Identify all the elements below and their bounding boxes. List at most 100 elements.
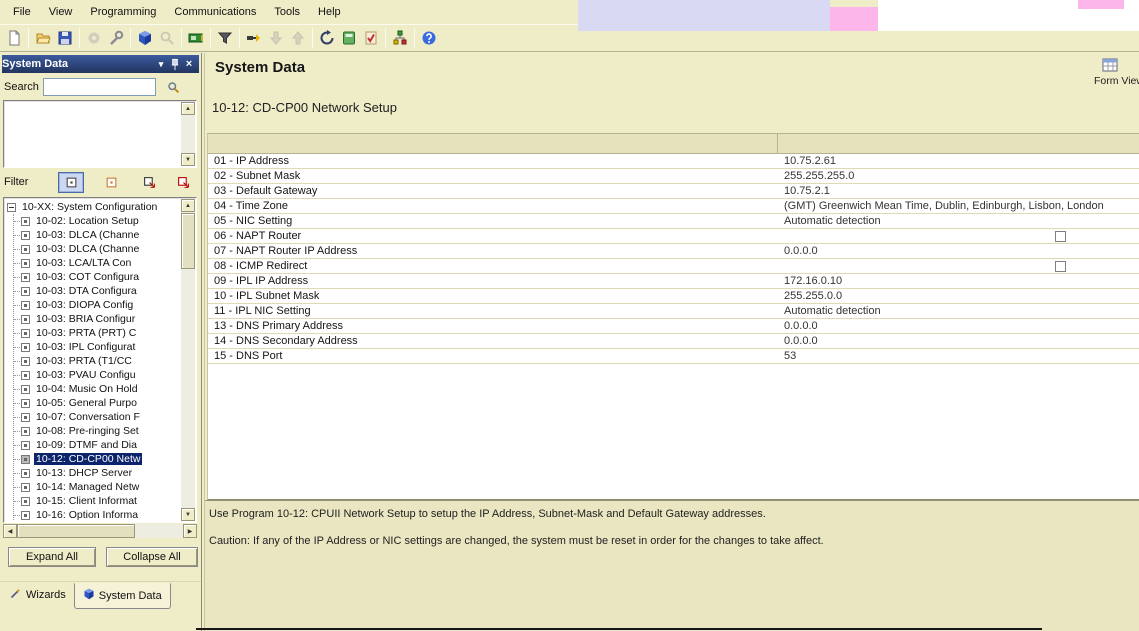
tree-scrollbar[interactable]: ▲ ▼	[181, 199, 195, 521]
settings-gear-icon[interactable]	[83, 27, 105, 49]
tree-item-10-09[interactable]: 10-09: DTMF and Dia	[14, 438, 181, 452]
form-view-button[interactable]	[1102, 58, 1118, 72]
filter-flag-red-button[interactable]	[172, 173, 194, 192]
tree-item-10-03[interactable]: 10-03: PRTA (PRT) C	[14, 326, 181, 340]
setting-checkbox[interactable]	[1055, 261, 1066, 272]
setting-value[interactable]: 255.255.0.0	[784, 289, 842, 304]
tree-item-10-03[interactable]: 10-03: DIOPA Config	[14, 298, 181, 312]
table-row[interactable]: 13 - DNS Primary Address0.0.0.0	[208, 319, 1139, 334]
tree-item-10-03[interactable]: 10-03: PRTA (T1/CC	[14, 354, 181, 368]
panel-pin-button[interactable]	[168, 57, 182, 71]
3d-cube-icon[interactable]	[134, 27, 156, 49]
new-document-icon[interactable]	[3, 27, 25, 49]
tree-item-10-13[interactable]: 10-13: DHCP Server	[14, 466, 181, 480]
setting-checkbox[interactable]	[1055, 231, 1066, 242]
setting-value[interactable]: 255.255.255.0	[784, 169, 854, 184]
network-nodes-icon[interactable]	[389, 27, 411, 49]
tree-item-10-03[interactable]: 10-03: DTA Configura	[14, 284, 181, 298]
table-row[interactable]: 09 - IPL IP Address172.16.0.10	[208, 274, 1139, 289]
tree-item-10-15[interactable]: 10-15: Client Informat	[14, 494, 181, 508]
tree-item-10-03[interactable]: 10-03: DLCA (Channe	[14, 228, 181, 242]
setting-value[interactable]: (GMT) Greenwich Mean Time, Dublin, Edinb…	[784, 199, 1104, 214]
tree-item-10-04[interactable]: 10-04: Music On Hold	[14, 382, 181, 396]
tree-item-10-03[interactable]: 10-03: PVAU Configu	[14, 368, 181, 382]
collapse-toggle-icon[interactable]	[7, 203, 16, 212]
tree-item-10-05[interactable]: 10-05: General Purpo	[14, 396, 181, 410]
tree-root-item[interactable]: 10-XX: System Configuration	[6, 200, 181, 214]
open-file-icon[interactable]	[32, 27, 54, 49]
panel-dropdown-button[interactable]: ▾	[154, 57, 168, 71]
panel-close-button[interactable]: ×	[182, 57, 196, 71]
download-arrow-icon[interactable]	[265, 27, 287, 49]
filter-changed-button[interactable]	[100, 173, 122, 192]
table-row[interactable]: 07 - NAPT Router IP Address0.0.0.0	[208, 244, 1139, 259]
verify-check-icon[interactable]	[360, 27, 382, 49]
setting-value[interactable]: 0.0.0.0	[784, 244, 818, 259]
filter-flag-button[interactable]	[138, 173, 160, 192]
horizontal-scrollbar-thumb[interactable]	[17, 524, 135, 538]
filter-funnel-icon[interactable]	[214, 27, 236, 49]
search-icon[interactable]	[156, 27, 178, 49]
tree-scroll-up-button[interactable]: ▲	[181, 199, 195, 212]
table-row[interactable]: 04 - Time Zone(GMT) Greenwich Mean Time,…	[208, 199, 1139, 214]
tree-scrollbar-thumb[interactable]	[181, 213, 195, 269]
table-row[interactable]: 03 - Default Gateway10.75.2.1	[208, 184, 1139, 199]
results-scrollbar[interactable]: ▲ ▼	[181, 102, 195, 166]
scroll-right-button[interactable]: ▶	[183, 524, 197, 538]
tree-horizontal-scrollbar[interactable]: ◀ ▶	[3, 524, 197, 538]
table-row[interactable]: 02 - Subnet Mask255.255.255.0	[208, 169, 1139, 184]
tree-item-10-02[interactable]: 10-02: Location Setup	[14, 214, 181, 228]
tree-scroll-down-button[interactable]: ▼	[181, 508, 195, 521]
tree-item-10-03[interactable]: 10-03: COT Configura	[14, 270, 181, 284]
setting-value[interactable]: 172.16.0.10	[784, 274, 842, 289]
search-input[interactable]	[43, 78, 156, 96]
scroll-left-button[interactable]: ◀	[3, 524, 17, 538]
tree-item-10-07[interactable]: 10-07: Conversation F	[14, 410, 181, 424]
table-row[interactable]: 15 - DNS Port53	[208, 349, 1139, 364]
connect-plug-icon[interactable]	[243, 27, 265, 49]
setting-value[interactable]: 10.75.2.61	[784, 154, 836, 169]
table-row[interactable]: 08 - ICMP Redirect	[208, 259, 1139, 274]
tree-item-10-14[interactable]: 10-14: Managed Netw	[14, 480, 181, 494]
tree-item-10-16[interactable]: 10-16: Option Informa	[14, 508, 181, 520]
setting-value[interactable]: 0.0.0.0	[784, 319, 818, 334]
setting-value[interactable]: Automatic detection	[784, 304, 881, 319]
setting-value[interactable]: Automatic detection	[784, 214, 881, 229]
memory-card-icon[interactable]	[185, 27, 207, 49]
calculator-icon[interactable]	[338, 27, 360, 49]
table-row[interactable]: 10 - IPL Subnet Mask255.255.0.0	[208, 289, 1139, 304]
menu-item-programming[interactable]: Programming	[81, 3, 165, 21]
table-row[interactable]: 05 - NIC SettingAutomatic detection	[208, 214, 1139, 229]
tree-item-10-12[interactable]: 10-12: CD-CP00 Netw	[14, 452, 181, 466]
filter-all-button[interactable]	[58, 172, 84, 193]
save-icon[interactable]	[54, 27, 76, 49]
table-row[interactable]: 14 - DNS Secondary Address0.0.0.0	[208, 334, 1139, 349]
tree-item-10-03[interactable]: 10-03: DLCA (Channe	[14, 242, 181, 256]
menu-item-help[interactable]: Help	[309, 3, 350, 21]
collapse-all-button[interactable]: Collapse All	[106, 547, 198, 567]
table-row[interactable]: 11 - IPL NIC SettingAutomatic detection	[208, 304, 1139, 319]
refresh-icon[interactable]	[316, 27, 338, 49]
menu-item-communications[interactable]: Communications	[165, 3, 265, 21]
upload-arrow-icon[interactable]	[287, 27, 309, 49]
tree-item-10-03[interactable]: 10-03: LCA/LTA Con	[14, 256, 181, 270]
wrench-tool-icon[interactable]	[105, 27, 127, 49]
tab-system-data[interactable]: System Data	[74, 583, 171, 609]
menu-item-tools[interactable]: Tools	[265, 3, 309, 21]
help-icon[interactable]	[418, 27, 440, 49]
expand-all-button[interactable]: Expand All	[8, 547, 96, 567]
menu-item-file[interactable]: File	[4, 3, 40, 21]
table-row[interactable]: 01 - IP Address10.75.2.61	[208, 154, 1139, 169]
menu-item-view[interactable]: View	[40, 3, 82, 21]
setting-value[interactable]: 53	[784, 349, 796, 364]
setting-value[interactable]: 0.0.0.0	[784, 334, 818, 349]
setting-value[interactable]: 10.75.2.1	[784, 184, 830, 199]
tab-wizards[interactable]: Wizards	[2, 583, 74, 607]
search-go-button[interactable]	[163, 78, 183, 96]
scroll-down-button[interactable]: ▼	[181, 153, 195, 166]
scroll-up-button[interactable]: ▲	[181, 102, 195, 115]
tree-item-10-03[interactable]: 10-03: IPL Configurat	[14, 340, 181, 354]
tree-item-10-03[interactable]: 10-03: BRIA Configur	[14, 312, 181, 326]
table-row[interactable]: 06 - NAPT Router	[208, 229, 1139, 244]
tree-item-10-08[interactable]: 10-08: Pre-ringing Set	[14, 424, 181, 438]
